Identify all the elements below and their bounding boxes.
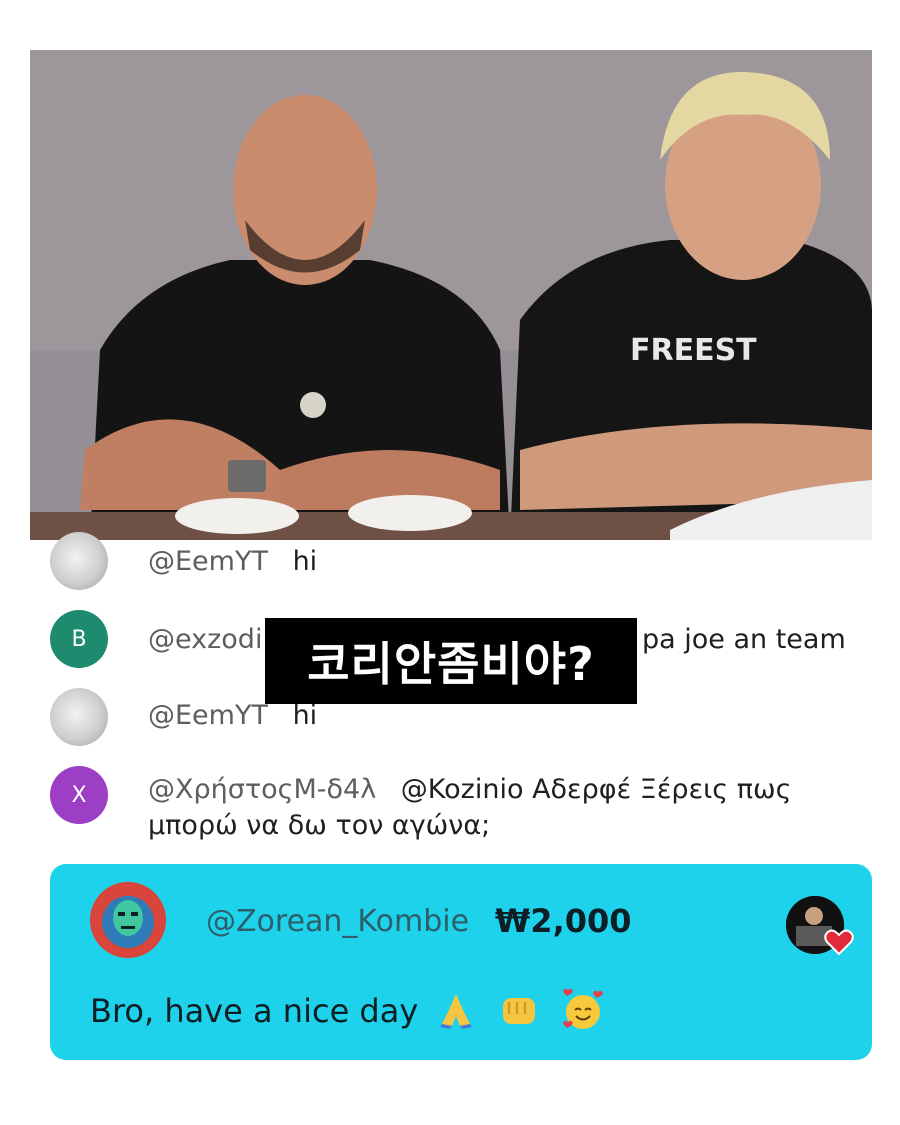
shirt-print: FREEST [630,333,757,368]
chat-text: pa joe an team [642,624,846,655]
video-frame[interactable]: FREEST [30,50,872,540]
super-chat-card[interactable]: @Zorean_Kombie ₩2,000 Bro, have a nice d… [50,864,872,1060]
avatar[interactable]: X [50,766,108,824]
super-chat-author[interactable]: @Zorean_Kombie [206,904,469,939]
chat-text: hi [292,546,318,577]
video-scene: FREEST [30,50,872,540]
folded-hands-icon [440,994,473,1029]
avatar[interactable] [50,688,108,746]
chat-text: hi [292,700,318,731]
chat-author[interactable]: @ΧρήστοςΜ-δ4λ [148,774,376,805]
cup-left [175,498,299,534]
smiling-face-with-hearts-icon [562,988,603,1029]
overlay-caption: 코리안좀비야? [265,618,637,704]
super-chat-text: Bro, have a nice day [90,992,419,1030]
super-chat-amount: ₩2,000 [495,902,632,940]
chat-author[interactable]: @EemYT [148,700,268,731]
avatar[interactable] [50,532,108,590]
avatar-letter: B [71,626,87,652]
watch [228,460,266,492]
avatar-letter: X [71,782,87,808]
avatar[interactable]: B [50,610,108,668]
zombie-avatar-icon[interactable] [90,882,166,958]
pendant [300,392,326,418]
heart-badge-icon [824,929,854,956]
chat-author[interactable]: @EemYT [148,546,268,577]
cup-right [348,495,472,531]
oncoming-fist-icon [502,998,535,1024]
super-chat-message: Bro, have a nice day [90,988,605,1032]
left-person-head [233,95,377,285]
chat-author[interactable]: @exzodi [148,624,262,655]
